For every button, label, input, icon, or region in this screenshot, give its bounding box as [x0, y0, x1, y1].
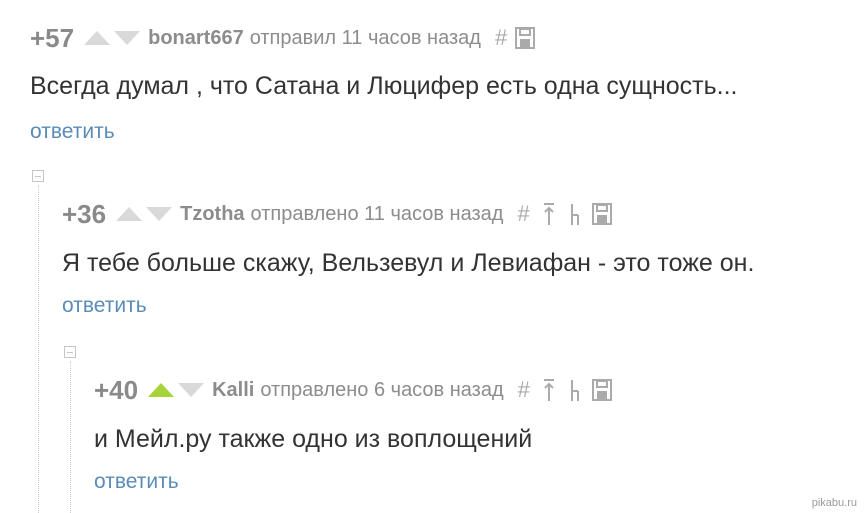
comment-timestamp: отправлено 11 часов назад [250, 202, 504, 225]
branch-icon[interactable] [568, 378, 582, 402]
arrow-up-icon[interactable] [542, 378, 556, 402]
reply-link[interactable]: ответить [30, 120, 115, 144]
thread-line-1 [38, 185, 39, 513]
upvote-icon[interactable] [84, 31, 111, 45]
hash-icon[interactable]: # [518, 377, 530, 403]
comment-rating: +40 [94, 374, 139, 405]
branch-icon[interactable] [568, 202, 582, 226]
vote-buttons [116, 207, 173, 221]
downvote-icon[interactable] [146, 207, 173, 221]
floppy-disk-icon[interactable] [591, 203, 612, 225]
floppy-disk-icon[interactable] [591, 379, 612, 401]
comment-text: Всегда думал , что Сатана и Люцифер есть… [30, 72, 738, 100]
comment-author[interactable]: Kalli [212, 379, 254, 402]
comment-timestamp: отправлено 6 часов назад [260, 378, 504, 401]
comment-text: Я тебе больше скажу, Вельзевул и Левиафа… [62, 249, 755, 277]
collapse-toggle-thread-2[interactable] [64, 346, 76, 358]
upvote-icon[interactable] [148, 383, 175, 397]
hash-icon[interactable]: # [517, 201, 529, 227]
reply-link[interactable]: ответить [94, 470, 179, 494]
upvote-icon[interactable] [116, 207, 143, 221]
comment-header: +57 bonart667 отправил 11 часов назад # [30, 22, 536, 53]
comment-rating: +57 [30, 22, 75, 53]
vote-buttons [148, 383, 205, 397]
comment-header: +40 Kalli отправлено 6 часов назад # [94, 375, 612, 405]
floppy-disk-icon[interactable] [515, 27, 536, 49]
watermark: pikabu.ru [811, 497, 857, 509]
comment-rating: +36 [62, 198, 107, 229]
collapse-toggle-thread-1[interactable] [32, 170, 44, 182]
hash-icon[interactable]: # [495, 25, 507, 51]
downvote-icon[interactable] [114, 31, 141, 45]
comment-text: и Мейл.ру также одно из воплощений [94, 425, 533, 453]
comment-timestamp: отправил 11 часов назад [249, 26, 481, 49]
comment-author[interactable]: Tzotha [180, 203, 244, 226]
reply-link[interactable]: ответить [62, 294, 147, 318]
downvote-icon[interactable] [178, 383, 205, 397]
comment-header: +36 Tzotha отправлено 11 часов назад # [62, 199, 612, 229]
vote-buttons [84, 31, 141, 45]
comment-author[interactable]: bonart667 [148, 27, 244, 50]
arrow-up-icon[interactable] [542, 202, 556, 226]
thread-line-2 [70, 361, 71, 513]
